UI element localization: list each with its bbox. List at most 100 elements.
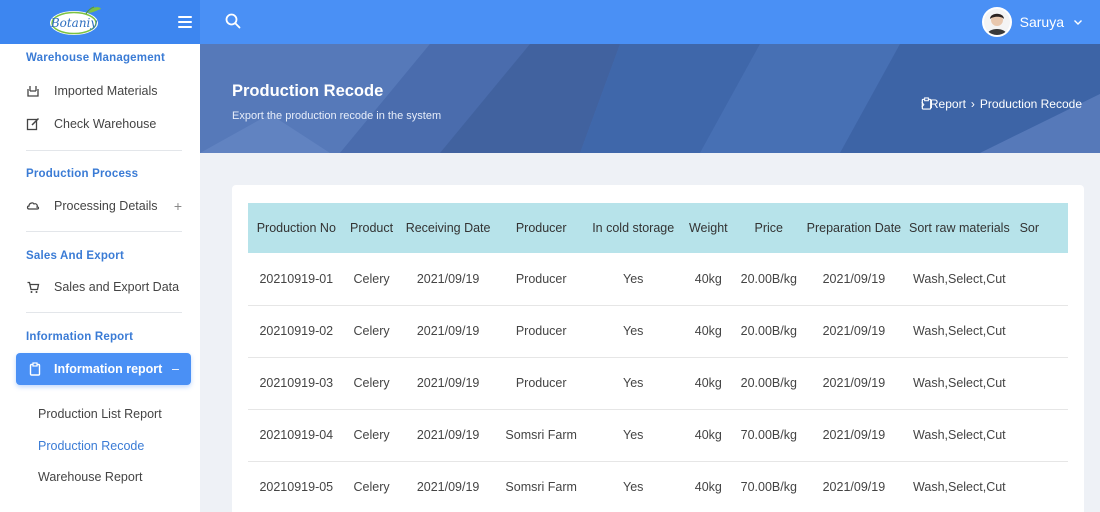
cell-receiving-date: 2021/09/19 bbox=[398, 253, 498, 306]
sidebar-item-information-report[interactable]: Information report – bbox=[16, 353, 191, 385]
section-title-information: Information Report bbox=[26, 331, 134, 343]
sidebar-item-imported-materials[interactable]: Imported Materials bbox=[26, 79, 186, 103]
table-scroll-container[interactable]: Production No Product Receiving Date Pro… bbox=[248, 203, 1068, 512]
box-icon bbox=[27, 86, 39, 97]
user-menu[interactable]: Saruya bbox=[981, 6, 1084, 38]
cell-weight: 40kg bbox=[681, 253, 735, 306]
chevron-down-icon[interactable] bbox=[1072, 16, 1084, 28]
cell-truncated bbox=[1013, 461, 1068, 512]
cloud-icon bbox=[26, 202, 40, 210]
column-header-weight[interactable]: Weight bbox=[681, 203, 735, 253]
avatar[interactable] bbox=[981, 7, 1012, 37]
cell-in-cold-storage: Yes bbox=[584, 409, 682, 462]
breadcrumb-separator: › bbox=[970, 97, 975, 111]
cell-price: 20.00B/kg bbox=[734, 253, 803, 306]
cell-product: Celery bbox=[344, 409, 399, 462]
cell-producer: Somsri Farm bbox=[497, 461, 585, 512]
cell-sort-raw-materials: Wash,Select,Cut bbox=[905, 305, 1014, 358]
column-header-producer[interactable]: Producer bbox=[497, 203, 585, 253]
cell-in-cold-storage: Yes bbox=[584, 357, 682, 410]
cell-preparation-date: 2021/09/19 bbox=[802, 253, 906, 306]
cell-in-cold-storage: Yes bbox=[584, 305, 682, 358]
cell-sort-raw-materials: Wash,Select,Cut bbox=[905, 461, 1014, 512]
cell-producer: Producer bbox=[497, 253, 585, 306]
cell-weight: 40kg bbox=[681, 409, 735, 462]
cell-producer: Somsri Farm bbox=[497, 409, 585, 462]
divider bbox=[26, 231, 182, 232]
cell-preparation-date: 2021/09/19 bbox=[802, 357, 906, 410]
cell-receiving-date: 2021/09/19 bbox=[398, 305, 498, 358]
column-header-preparation-date[interactable]: Preparation Date bbox=[802, 203, 906, 253]
cell-price: 70.00B/kg bbox=[734, 461, 803, 512]
column-header-price[interactable]: Price bbox=[734, 203, 803, 253]
sidebar-item-check-warehouse[interactable]: Check Warehouse bbox=[26, 112, 186, 136]
cell-in-cold-storage: Yes bbox=[584, 253, 682, 306]
cell-weight: 40kg bbox=[681, 461, 735, 512]
cell-preparation-date: 2021/09/19 bbox=[802, 305, 906, 358]
breadcrumb-report[interactable]: Report bbox=[930, 97, 966, 111]
table-row[interactable]: 20210919-05 Celery 2021/09/19 Somsri Far… bbox=[248, 461, 1068, 512]
column-header-production-no[interactable]: Production No bbox=[248, 203, 345, 253]
cell-producer: Producer bbox=[497, 305, 585, 358]
sidebar-item-processing-details[interactable]: Processing Details + bbox=[26, 194, 186, 218]
table-row[interactable]: 20210919-01 Celery 2021/09/19 Producer Y… bbox=[248, 253, 1068, 306]
cell-sort-raw-materials: Wash,Select,Cut bbox=[905, 253, 1014, 306]
table-header-row: Production No Product Receiving Date Pro… bbox=[248, 203, 1068, 253]
cell-product: Celery bbox=[344, 357, 399, 410]
table-row[interactable]: 20210919-02 Celery 2021/09/19 Producer Y… bbox=[248, 305, 1068, 358]
column-header-sort-raw-materials[interactable]: Sort raw materials bbox=[905, 203, 1014, 253]
sub-item-production-recode[interactable]: Production Recode bbox=[38, 439, 144, 453]
cell-sort-raw-materials: Wash,Select,Cut bbox=[905, 357, 1014, 410]
username[interactable]: Saruya bbox=[1020, 14, 1064, 30]
column-header-truncated[interactable]: Sor bbox=[1013, 203, 1068, 253]
expand-icon[interactable]: + bbox=[174, 198, 182, 214]
cell-price: 70.00B/kg bbox=[734, 409, 803, 462]
table-row[interactable]: 20210919-04 Celery 2021/09/19 Somsri Far… bbox=[248, 409, 1068, 462]
cell-sort-raw-materials: Wash,Select,Cut bbox=[905, 409, 1014, 462]
cell-preparation-date: 2021/09/19 bbox=[802, 409, 906, 462]
cell-price: 20.00B/kg bbox=[734, 357, 803, 410]
page-subtitle: Export the production recode in the syst… bbox=[232, 110, 442, 122]
cell-receiving-date: 2021/09/19 bbox=[398, 461, 498, 512]
cell-weight: 40kg bbox=[681, 357, 735, 410]
sidebar-item-label: Sales and Export Data bbox=[54, 280, 180, 294]
page-title: Production Recode bbox=[232, 82, 384, 100]
sidebar-item-label: Information report bbox=[54, 362, 163, 376]
cell-in-cold-storage: Yes bbox=[584, 461, 682, 512]
cell-truncated bbox=[1013, 253, 1068, 306]
clipboard-icon[interactable] bbox=[920, 97, 933, 110]
sub-item-warehouse-report[interactable]: Warehouse Report bbox=[38, 470, 142, 484]
cell-truncated bbox=[1013, 305, 1068, 358]
column-header-in-cold-storage[interactable]: In cold storage bbox=[584, 203, 682, 253]
botaniy-logo[interactable]: Botaniy bbox=[48, 4, 104, 38]
menu-toggle-icon[interactable] bbox=[176, 13, 194, 31]
production-table: Production No Product Receiving Date Pro… bbox=[248, 203, 1068, 512]
sidebar-item-sales-export-data[interactable]: Sales and Export Data bbox=[26, 275, 186, 299]
sidebar: Warehouse Management Imported Materials … bbox=[0, 44, 200, 512]
cell-producer: Producer bbox=[497, 357, 585, 410]
top-bar: Botaniy Saruya bbox=[0, 0, 1100, 44]
svg-text:Botaniy: Botaniy bbox=[50, 16, 98, 30]
search-icon[interactable] bbox=[224, 12, 242, 30]
breadcrumb-current: Production Recode bbox=[979, 97, 1082, 111]
cell-production-no: 20210919-05 bbox=[248, 461, 345, 512]
column-header-product[interactable]: Product bbox=[344, 203, 399, 253]
collapse-icon[interactable]: – bbox=[172, 362, 179, 376]
cell-receiving-date: 2021/09/19 bbox=[398, 357, 498, 410]
column-header-receiving-date[interactable]: Receiving Date bbox=[398, 203, 498, 253]
table-row[interactable]: 20210919-03 Celery 2021/09/19 Producer Y… bbox=[248, 357, 1068, 410]
cell-truncated bbox=[1013, 409, 1068, 462]
section-title-warehouse: Warehouse Management bbox=[26, 52, 166, 64]
cell-production-no: 20210919-01 bbox=[248, 253, 345, 306]
page-header-banner: Production Recode Export the production … bbox=[200, 44, 1100, 153]
cell-weight: 40kg bbox=[681, 305, 735, 358]
sub-item-production-list-report[interactable]: Production List Report bbox=[38, 407, 162, 421]
section-title-sales: Sales And Export bbox=[26, 250, 124, 262]
sidebar-item-label: Imported Materials bbox=[54, 84, 158, 98]
cell-product: Celery bbox=[344, 253, 399, 306]
divider bbox=[26, 312, 182, 313]
logo-area: Botaniy bbox=[0, 0, 200, 44]
edit-icon bbox=[26, 117, 40, 131]
sidebar-item-label: Check Warehouse bbox=[54, 117, 157, 131]
divider bbox=[26, 150, 182, 151]
